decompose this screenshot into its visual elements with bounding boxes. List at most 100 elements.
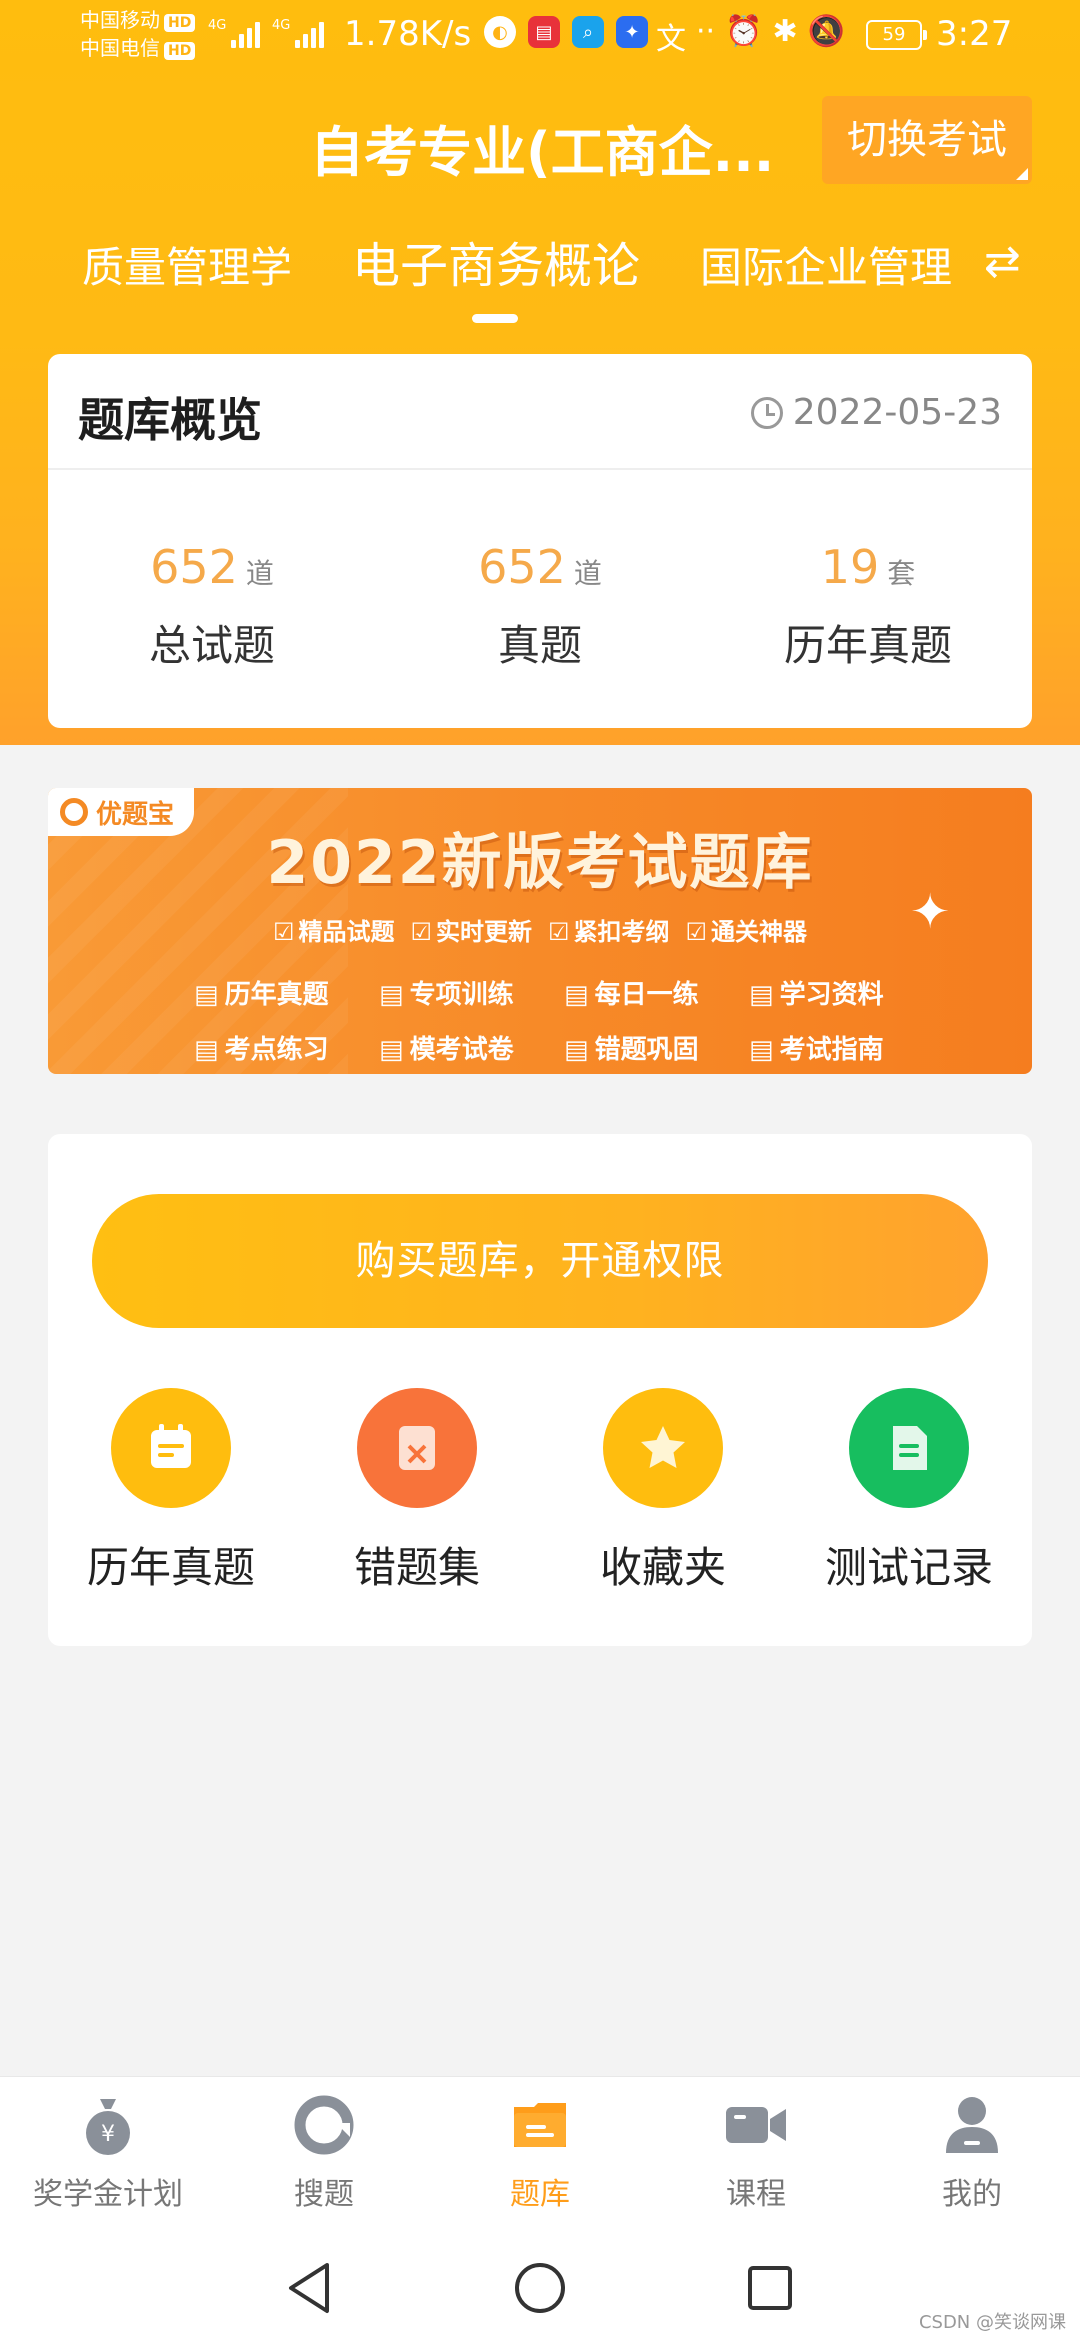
star-icon xyxy=(603,1388,723,1508)
nav-label: 搜题 xyxy=(294,2177,354,2212)
carrier-info: 中国移动 HD 中国电信 HD xyxy=(80,6,196,62)
banner-feature: 精品试题 xyxy=(273,912,394,947)
network-speed: 1.78K/s xyxy=(344,14,472,54)
quick-test-records[interactable]: 测试记录 xyxy=(786,1388,1032,1595)
system-icons: 文 ·· ⏰ ✱ 🔕 xyxy=(656,14,845,58)
quick-past-exams[interactable]: 历年真题 xyxy=(48,1388,294,1595)
hd-badge-2: HD xyxy=(164,42,196,60)
clock-icon xyxy=(750,396,783,429)
recents-icon[interactable] xyxy=(738,2256,802,2320)
money-bag-icon: ¥ xyxy=(76,2093,140,2157)
carrier-2: 中国电信 xyxy=(80,36,160,60)
banner-title: 2022新版考试题库 xyxy=(266,828,814,898)
more-dots-icon: ·· xyxy=(696,14,716,49)
quick-label: 历年真题 xyxy=(86,1543,255,1592)
book-app-icon: ▤ xyxy=(528,16,560,48)
stat-value: 652 xyxy=(478,540,566,594)
stat-label: 历年真题 xyxy=(783,621,952,670)
banner-item: 错题巩固 xyxy=(564,1029,749,1066)
actions-card: 购买题库，开通权限 历年真题 错题集 收藏夹 测试记录 xyxy=(48,1134,1032,1646)
banner-item: 考点练习 xyxy=(194,1029,379,1066)
hd-badge-1: HD xyxy=(164,14,196,32)
sparkle-icon: ✦ xyxy=(910,884,951,940)
active-tab-indicator xyxy=(472,314,518,323)
tab-quality-management[interactable]: 质量管理学 xyxy=(82,234,292,295)
app-notification-icon: ◐ xyxy=(484,16,516,48)
banner-item: 专项训练 xyxy=(379,974,564,1011)
banner-feature: 实时更新 xyxy=(410,912,532,947)
home-icon[interactable] xyxy=(508,2256,572,2320)
mute-icon: 🔕 xyxy=(807,14,845,49)
stat-unit: 道 xyxy=(573,557,602,590)
quick-label: 收藏夹 xyxy=(599,1543,726,1592)
promo-banner[interactable]: 优题宝 2022新版考试题库 精品试题 实时更新 紧扣考纲 通关神器 ✦ 历年真… xyxy=(48,788,1032,1074)
nav-scholarship[interactable]: ¥ 奖学金计划 xyxy=(0,2077,216,2241)
tab-international-business[interactable]: 国际企业管理 xyxy=(700,234,952,295)
nav-courses[interactable]: 课程 xyxy=(648,2077,864,2241)
translate-icon: 文 xyxy=(656,22,686,57)
watermark: CSDN @笑谈网课 xyxy=(918,2312,1066,2333)
svg-text:¥: ¥ xyxy=(101,2122,115,2147)
nav-label: 题库 xyxy=(510,2177,570,2212)
overview-date: 2022-05-23 xyxy=(750,392,1002,433)
stat-value: 19 xyxy=(820,540,880,594)
question-bank-overview-card: 题库概览 2022-05-23 652 道 总试题 652 道 真题 19 套 历年真… xyxy=(48,354,1032,728)
bluetooth-icon: ✱ xyxy=(772,14,798,49)
signal-strength-icon-2: 4G xyxy=(272,18,325,48)
nav-search-questions[interactable]: 搜题 xyxy=(216,2077,432,2241)
back-icon[interactable] xyxy=(278,2256,342,2320)
date-text: 2022-05-23 xyxy=(792,392,1002,433)
battery-icon: 59 xyxy=(866,20,927,50)
banner-item: 考试指南 xyxy=(749,1029,934,1066)
quick-wrong-answers[interactable]: 错题集 xyxy=(294,1388,540,1595)
wrong-answer-icon xyxy=(357,1388,477,1508)
notification-icons: ◐ ▤ ⌕ ✦ xyxy=(484,16,648,48)
nav-label: 课程 xyxy=(726,2177,786,2212)
tab-e-commerce[interactable]: 电子商务概论 xyxy=(352,226,640,296)
switch-exam-button[interactable]: 切换考试 xyxy=(822,96,1032,184)
stat-label: 总试题 xyxy=(148,621,275,670)
question-bank-icon xyxy=(508,2093,572,2157)
document-icon xyxy=(849,1388,969,1508)
stat-real-questions[interactable]: 652 道 真题 xyxy=(376,540,704,673)
banner-item: 学习资料 xyxy=(749,974,934,1011)
stat-total-questions[interactable]: 652 道 总试题 xyxy=(48,540,376,673)
overview-title: 题库概览 xyxy=(78,393,262,447)
user-icon xyxy=(940,2093,1004,2157)
stat-label: 真题 xyxy=(497,621,582,670)
banner-feature: 通关神器 xyxy=(686,912,807,947)
divider xyxy=(48,468,1032,470)
buy-question-bank-button[interactable]: 购买题库，开通权限 xyxy=(92,1194,988,1328)
quick-favorites[interactable]: 收藏夹 xyxy=(540,1388,786,1595)
nav-question-bank[interactable]: 题库 xyxy=(432,2077,648,2241)
nav-profile[interactable]: 我的 xyxy=(864,2077,1080,2241)
clock-time: 3:27 xyxy=(936,14,1013,54)
status-bar: 中国移动 HD 中国电信 HD 4G 4G 1.78K/s ◐ ▤ ⌕ ✦ 文 ··… xyxy=(0,0,1080,72)
alarm-icon: ⏰ xyxy=(725,14,763,49)
banner-features: 精品试题 实时更新 紧扣考纲 通关神器 xyxy=(48,912,1032,947)
quick-label: 测试记录 xyxy=(824,1543,993,1592)
bottom-navigation: ¥ 奖学金计划 搜题 题库 课程 我的 xyxy=(0,2076,1080,2240)
banner-item: 历年真题 xyxy=(194,974,379,1011)
quick-label: 错题集 xyxy=(353,1543,480,1592)
stat-past-exams[interactable]: 19 套 历年真题 xyxy=(704,540,1032,673)
page-title[interactable]: 自考专业(工商企... xyxy=(310,108,780,187)
bulb-app-icon: ✦ xyxy=(616,16,648,48)
banner-feature: 紧扣考纲 xyxy=(548,912,670,947)
stat-unit: 套 xyxy=(887,557,916,590)
nav-label: 奖学金计划 xyxy=(33,2177,183,2212)
network-type-2: 4G xyxy=(272,18,291,33)
calendar-icon xyxy=(111,1388,231,1508)
banner-item: 每日一练 xyxy=(564,974,749,1011)
network-type-1: 4G xyxy=(208,18,227,33)
carrier-1: 中国移动 xyxy=(80,8,160,32)
search-icon xyxy=(292,2093,356,2157)
nav-label: 我的 xyxy=(942,2177,1002,2212)
banner-item: 模考试卷 xyxy=(379,1029,564,1066)
signal-strength-icon-1: 4G xyxy=(208,18,261,48)
swap-arrows-icon[interactable]: ⇄ xyxy=(984,236,1021,287)
video-camera-icon xyxy=(724,2093,788,2157)
stat-value: 652 xyxy=(150,540,238,594)
stat-unit: 道 xyxy=(245,557,274,590)
banner-items: 历年真题 专项训练 每日一练 学习资料 考点练习 模考试卷 错题巩固 考试指南 xyxy=(194,974,934,1066)
